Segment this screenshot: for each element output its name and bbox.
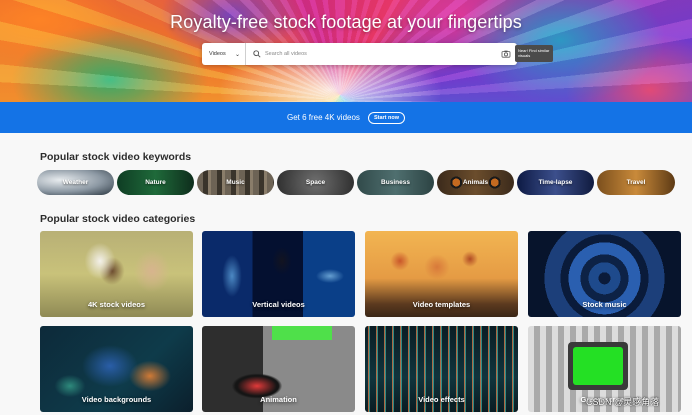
keyword-label: Weather <box>62 179 89 186</box>
category-label: Vertical videos <box>252 300 305 309</box>
keyword-chip-nature[interactable]: Nature <box>117 170 194 195</box>
search-input[interactable] <box>261 43 501 65</box>
keyword-chip-business[interactable]: Business <box>357 170 434 195</box>
keyword-label: Animals <box>462 179 489 186</box>
category-card-vertical[interactable]: Vertical videos <box>202 231 355 317</box>
category-label: 4K stock videos <box>87 300 146 309</box>
chevron-down-icon: ⌄ <box>234 51 240 58</box>
search-bar: Videos ⌄ <box>202 43 517 65</box>
tv-image <box>568 342 628 390</box>
keyword-label: Space <box>305 179 326 186</box>
search-icon <box>253 50 261 58</box>
keyword-label: Business <box>381 179 410 186</box>
category-card-stock-music[interactable]: Stock music <box>528 231 681 317</box>
keyword-label: Time-lapse <box>538 179 573 186</box>
category-card-backgrounds[interactable]: Video backgrounds <box>40 326 193 412</box>
keyword-label: Travel <box>626 179 646 186</box>
category-label: Video backgrounds <box>81 395 152 404</box>
promo-text: Get 6 free 4K videos <box>287 113 360 122</box>
keyword-label: Nature <box>145 179 166 186</box>
keyword-chips: Weather Nature Music Space Business Anim… <box>37 170 687 195</box>
green-screen-image <box>573 347 623 385</box>
hero-banner: Royalty-free stock footage at your finge… <box>0 0 692 102</box>
promo-banner: Get 6 free 4K videos Start now <box>0 102 692 133</box>
category-label: Video effects <box>418 395 465 404</box>
category-card-4k[interactable]: 4K stock videos <box>40 231 193 317</box>
category-label: Video templates <box>412 300 471 309</box>
keyword-label: Music <box>226 179 245 186</box>
category-label: Stock music <box>582 300 627 309</box>
category-label: Animation <box>260 395 297 404</box>
category-card-templates[interactable]: Video templates <box>365 231 518 317</box>
category-select[interactable]: Videos ⌄ <box>202 43 246 65</box>
keywords-title: Popular stock video keywords <box>40 151 192 163</box>
hero-title: Royalty-free stock footage at your finge… <box>170 12 522 32</box>
category-card-animation[interactable]: Animation <box>202 326 355 412</box>
keyword-chip-music[interactable]: Music <box>197 170 274 195</box>
category-select-label: Videos <box>209 51 226 57</box>
keyword-chip-travel[interactable]: Travel <box>597 170 675 195</box>
visual-search-icon[interactable] <box>501 50 511 58</box>
watermark: CSDN @灵感角落 <box>586 397 660 407</box>
keyword-chip-time-lapse[interactable]: Time-lapse <box>517 170 594 195</box>
keyword-chip-animals[interactable]: Animals <box>437 170 514 195</box>
categories-title: Popular stock video categories <box>40 213 196 225</box>
keyword-chip-weather[interactable]: Weather <box>37 170 114 195</box>
visual-search-tooltip: Near! Find similar visuals <box>515 45 553 62</box>
start-now-button[interactable]: Start now <box>367 111 405 124</box>
category-card-effects[interactable]: Video effects <box>365 326 518 412</box>
keyword-chip-space[interactable]: Space <box>277 170 354 195</box>
